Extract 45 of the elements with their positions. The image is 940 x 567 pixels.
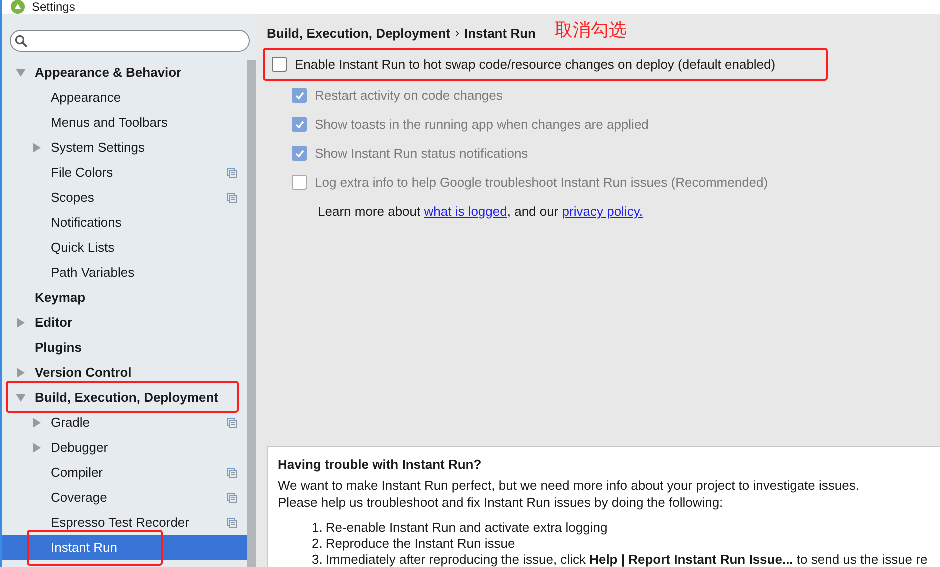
step-number: 1. <box>312 520 323 536</box>
tree-item[interactable]: Editor <box>2 310 247 335</box>
tree-item[interactable]: Path Variables <box>2 260 247 285</box>
search-field[interactable] <box>10 30 250 52</box>
step-number: 2. <box>312 536 323 552</box>
tree-item[interactable]: Menus and Toolbars <box>2 110 247 135</box>
tree-item[interactable]: Coverage <box>2 485 247 510</box>
help-step: Reproduce the Instant Run issue <box>326 536 516 552</box>
tree-item[interactable]: Scopes <box>2 185 247 210</box>
tree-item[interactable]: Gradle <box>2 410 247 435</box>
help-text: Please help us troubleshoot and fix Instant Run issues by doing the following: <box>278 494 724 511</box>
search-icon <box>15 34 28 48</box>
tree-item[interactable]: Debugger <box>2 435 247 460</box>
tree-item[interactable]: Keymap <box>2 285 247 310</box>
breadcrumb-item: Build, Execution, Deployment <box>267 26 450 40</box>
tree-item[interactable]: Plugins <box>2 335 247 360</box>
link[interactable]: privacy policy. <box>562 204 643 219</box>
scrollbar[interactable] <box>247 60 256 567</box>
tree-item[interactable]: File Colors <box>2 160 247 185</box>
link[interactable]: what is logged <box>424 204 508 219</box>
check-icon <box>294 120 304 130</box>
help-title: Having trouble with Instant Run? <box>278 457 483 472</box>
help-text: We want to make Instant Run perfect, but we need more info about your project to investigate issues. <box>278 477 860 494</box>
window-title: Settings <box>32 1 76 14</box>
check-icon <box>294 90 304 100</box>
breadcrumb-separator: › <box>455 26 460 40</box>
tree-item[interactable]: Appearance & Behavior <box>2 60 247 85</box>
step-number: 3. <box>312 552 323 567</box>
breadcrumb-item: Instant Run <box>464 26 536 40</box>
tree-item[interactable]: Compiler <box>2 460 247 485</box>
help-step: Re-enable Instant Run and activate extra logging <box>326 520 608 536</box>
tree-item[interactable]: Espresso Test Recorder <box>2 510 247 535</box>
tree-item[interactable]: Appearance <box>2 85 247 110</box>
checkbox-option[interactable]: Enable Instant Run to hot swap code/resource changes on deploy (default enabled) <box>265 50 826 79</box>
check-icon <box>294 148 304 158</box>
annotation-text: 取消勾选 <box>554 19 627 42</box>
tree-item[interactable]: System Settings <box>2 135 247 160</box>
tree-item[interactable]: Build, Execution, Deployment <box>2 385 247 410</box>
learn-more-text: Learn more about what is logged, and our privacy policy. <box>317 203 644 221</box>
tree-item[interactable]: Notifications <box>2 210 247 235</box>
checkbox[interactable] <box>272 57 287 72</box>
tree-item[interactable]: Instant Run <box>2 535 247 560</box>
tree-item[interactable]: Quick Lists <box>2 235 247 260</box>
help-step: Immediately after reproducing the issue, click Help | Report Instant Run Issue... to send us the issue re <box>326 552 928 567</box>
tree-item[interactable]: Version Control <box>2 360 247 385</box>
